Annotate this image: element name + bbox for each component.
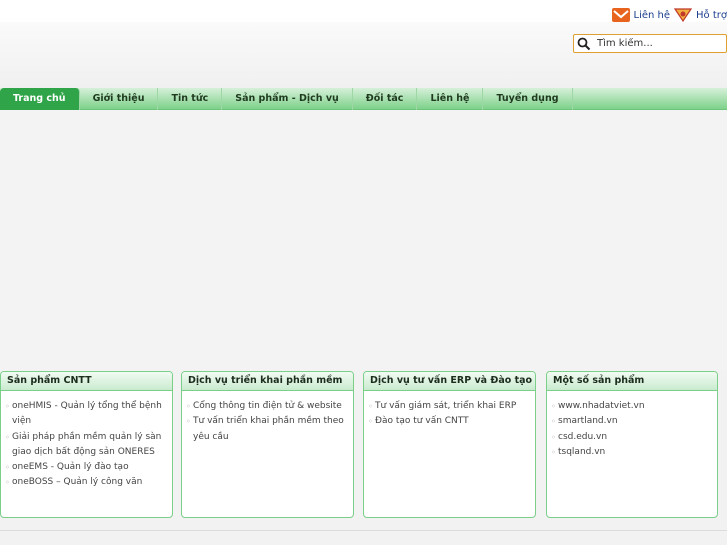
- main-nav: Trang chủ Giới thiệu Tin tức Sản phẩm - …: [0, 88, 727, 110]
- support-icon: [674, 8, 693, 22]
- list-item-link[interactable]: smartland.vn: [558, 416, 618, 426]
- header: [0, 22, 727, 88]
- list-item: www.nhadatviet.vn: [551, 399, 717, 415]
- nav-item-home[interactable]: Trang chủ: [0, 88, 80, 110]
- box-erp-consulting: Dịch vụ tư vấn ERP và Đào tạo Tư vấn giá…: [363, 371, 536, 518]
- list-item-link[interactable]: oneHMIS - Quản lý tổng thể bệnh viện: [12, 401, 162, 426]
- list-item: smartland.vn: [551, 414, 717, 430]
- nav-item-careers[interactable]: Tuyển dụng: [483, 88, 573, 110]
- list-item: Đào tạo tư vấn CNTT: [368, 414, 535, 430]
- mail-icon: [611, 8, 630, 22]
- list-item-link[interactable]: Tư vấn triển khai phần mềm theo yêu cầu: [193, 416, 344, 441]
- search-icon: [577, 37, 591, 50]
- search-box: [573, 34, 727, 53]
- box-software-services: Dịch vụ triển khai phần mềm Cổng thông t…: [181, 371, 354, 518]
- contact-link[interactable]: Liên hệ: [611, 8, 671, 22]
- box-list: oneHMIS - Quản lý tổng thể bệnh viện Giả…: [1, 391, 172, 491]
- list-item: tsqland.vn: [551, 445, 717, 461]
- contact-link-label: Liên hệ: [633, 9, 671, 21]
- main-content-area: [0, 110, 727, 370]
- box-title: Dịch vụ triển khai phần mềm: [182, 372, 353, 391]
- box-list: Tư vấn giám sát, triển khai ERP Đào tạo …: [364, 391, 535, 430]
- support-link-label: Hỗ trợ: [696, 9, 727, 21]
- list-item: Tư vấn giám sát, triển khai ERP: [368, 399, 535, 415]
- list-item-link[interactable]: tsqland.vn: [558, 447, 605, 457]
- list-item-link[interactable]: oneBOSS – Quản lý công văn: [12, 477, 142, 487]
- list-item-link[interactable]: Cổng thông tin điện tử & website: [193, 401, 342, 411]
- list-item-link[interactable]: oneEMS - Quản lý đào tạo: [12, 462, 129, 472]
- list-item-link[interactable]: www.nhadatviet.vn: [558, 401, 645, 411]
- box-featured-products: Một số sản phẩm www.nhadatviet.vn smartl…: [546, 371, 718, 518]
- box-title: Một số sản phẩm: [547, 372, 717, 391]
- nav-item-about[interactable]: Giới thiệu: [80, 88, 159, 110]
- list-item: Giải pháp phần mềm quản lý sàn giao dịch…: [5, 430, 172, 461]
- list-item: oneHMIS - Quản lý tổng thể bệnh viện: [5, 399, 172, 430]
- box-list: Cổng thông tin điện tử & website Tư vấn …: [182, 391, 353, 445]
- box-title: Dịch vụ tư vấn ERP và Đào tạo: [364, 372, 535, 391]
- nav-item-contact[interactable]: Liên hệ: [417, 88, 484, 110]
- list-item-link[interactable]: csd.edu.vn: [558, 432, 607, 442]
- list-item: oneBOSS – Quản lý công văn: [5, 475, 172, 491]
- list-item-link[interactable]: Giải pháp phần mềm quản lý sàn giao dịch…: [12, 432, 161, 457]
- nav-item-partners[interactable]: Đối tác: [353, 88, 418, 110]
- search-input[interactable]: [597, 38, 725, 49]
- list-item-link[interactable]: Đào tạo tư vấn CNTT: [375, 416, 469, 426]
- nav-item-products-services[interactable]: Sản phẩm - Dịch vụ: [222, 88, 353, 110]
- list-item: oneEMS - Quản lý đào tạo: [5, 460, 172, 476]
- nav-item-news[interactable]: Tin tức: [158, 88, 223, 110]
- list-item: Cổng thông tin điện tử & website: [186, 399, 353, 415]
- support-link[interactable]: Hỗ trợ: [674, 8, 727, 22]
- list-item-link[interactable]: Tư vấn giám sát, triển khai ERP: [375, 401, 516, 411]
- box-it-products: Sản phẩm CNTT oneHMIS - Quản lý tổng thể…: [0, 371, 173, 518]
- box-list: www.nhadatviet.vn smartland.vn csd.edu.v…: [547, 391, 717, 460]
- top-bar: Liên hệ Hỗ trợ: [0, 0, 727, 22]
- footer-divider: [0, 530, 727, 531]
- top-links: Liên hệ Hỗ trợ: [608, 8, 727, 22]
- list-item: Tư vấn triển khai phần mềm theo yêu cầu: [186, 414, 353, 445]
- box-title: Sản phẩm CNTT: [1, 372, 172, 391]
- feature-boxes: Sản phẩm CNTT oneHMIS - Quản lý tổng thể…: [0, 371, 727, 519]
- list-item: csd.edu.vn: [551, 430, 717, 446]
